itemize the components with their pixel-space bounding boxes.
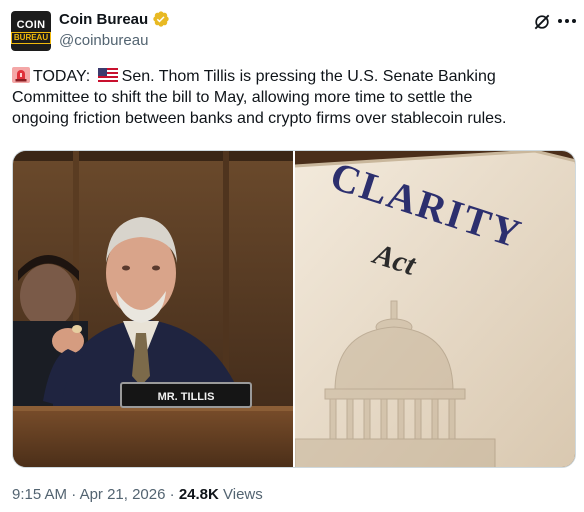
media-photo-senator[interactable]: MR. TILLIS: [13, 151, 293, 467]
display-name[interactable]: Coin Bureau: [59, 11, 148, 28]
handle[interactable]: @coinbureau: [59, 32, 148, 49]
verified-badge-icon: [153, 11, 169, 27]
today-label: TODAY:: [33, 68, 91, 85]
tweet-media[interactable]: MR. TILLIS CLARITY Act: [12, 150, 576, 468]
tweet-line-2: Committee to shift the bill to May, allo…: [12, 89, 473, 106]
grok-icon[interactable]: [532, 12, 552, 32]
avatar[interactable]: COIN BUREAU: [11, 11, 51, 51]
clarity-act-illustration: CLARITY Act: [295, 151, 575, 467]
us-flag-emoji-icon: [97, 68, 118, 82]
views-label: Views: [218, 486, 263, 503]
tweet-date[interactable]: Apr 21, 2026: [80, 486, 166, 503]
tweet-time[interactable]: 9:15 AM: [12, 486, 67, 503]
author-name-row[interactable]: Coin Bureau: [59, 10, 170, 28]
senator-nameplate: MR. TILLIS: [158, 391, 215, 403]
avatar-text-bottom: BUREAU: [11, 31, 51, 44]
tweet-line-3: ongoing friction between banks and crypt…: [12, 110, 507, 127]
siren-emoji-icon: [12, 67, 30, 83]
more-dot: [558, 19, 562, 23]
media-photo-clarity-act[interactable]: CLARITY Act: [295, 151, 575, 467]
more-dot: [572, 19, 576, 23]
tweet-meta: 9:15 AM · Apr 21, 2026 · 24.8K Views: [12, 486, 263, 503]
senator-photo-illustration: MR. TILLIS: [13, 151, 293, 467]
tweet-line-1: TODAY: Sen. Thom Tillis is pressing the …: [12, 66, 572, 87]
tweet-text: TODAY: Sen. Thom Tillis is pressing the …: [12, 66, 572, 129]
tweet-line-1-text: Sen. Thom Tillis is pressing the U.S. Se…: [121, 68, 496, 85]
avatar-text-top: COIN: [16, 18, 46, 31]
meta-separator: ·: [165, 486, 179, 503]
more-dot: [565, 19, 569, 23]
views-count[interactable]: 24.8K: [179, 486, 219, 503]
meta-separator: ·: [67, 486, 80, 503]
more-icon[interactable]: [558, 18, 576, 24]
